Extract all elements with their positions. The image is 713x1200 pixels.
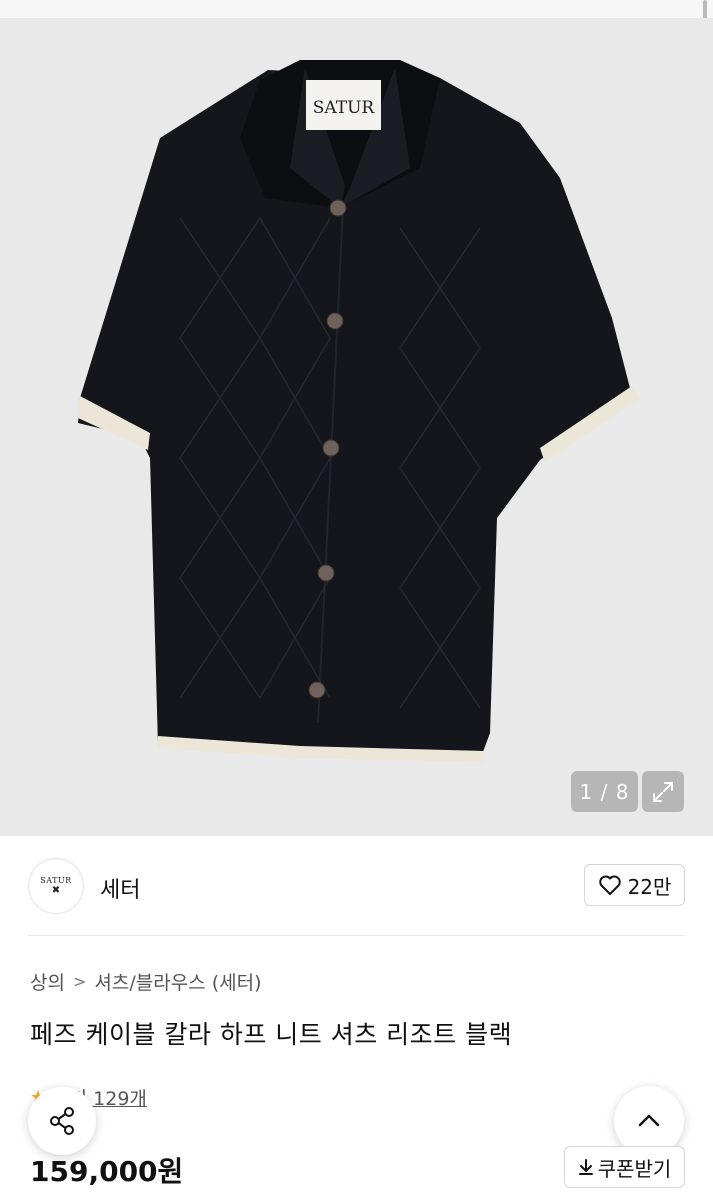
breadcrumb-separator: > [72,972,87,991]
heart-icon [598,875,621,895]
brand-logo-text: SATUR [40,876,72,885]
chevron-up-icon [638,1114,660,1127]
divider [28,935,685,936]
download-icon [578,1159,593,1175]
coupon-label: 쿠폰받기 [597,1156,672,1181]
product-title: 페즈 케이블 칼라 하프 니트 셔츠 리조트 블랙 [30,1020,513,1049]
brand-row: SATUR ✖ 세터 22만 [28,856,685,916]
product-image [78,60,640,762]
image-counter: 1 / 8 [571,771,638,812]
brand-logo[interactable]: SATUR ✖ [28,858,84,914]
top-strip [0,0,713,18]
share-icon [50,1107,74,1135]
brand-logo-mark: ✖ [51,885,61,896]
like-count: 22만 [627,874,672,899]
coupon-button[interactable]: 쿠폰받기 [564,1146,685,1188]
product-price: 159,000원 [30,1155,184,1188]
breadcrumb-level2[interactable]: 셔츠/블라우스 (세터) [94,968,261,995]
expand-icon [653,781,673,802]
breadcrumb-level1[interactable]: 상의 [30,968,65,995]
like-button[interactable]: 22만 [584,864,685,906]
expand-button[interactable] [642,771,684,812]
share-button[interactable] [28,1087,96,1155]
product-image-gallery[interactable]: SATUR [0,18,713,836]
breadcrumb: 상의 > 셔츠/블라우스 (세터) [30,968,261,995]
brand-name[interactable]: 세터 [100,872,140,904]
brand-tag-label: SATUR [312,98,375,118]
